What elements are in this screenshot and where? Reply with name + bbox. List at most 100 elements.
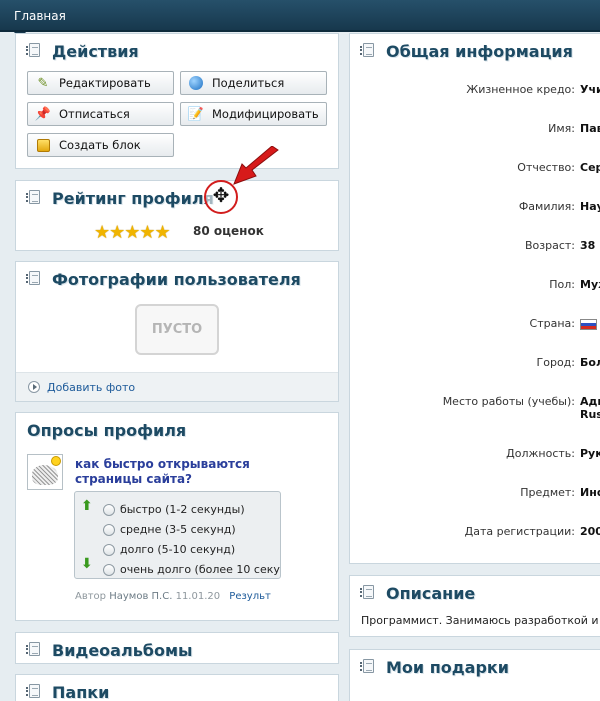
panel-header: Рейтинг профиля bbox=[16, 181, 338, 211]
share-button[interactable]: Поделиться bbox=[180, 71, 327, 95]
info-label: Имя: bbox=[548, 122, 575, 135]
info-value: 38 bbox=[580, 239, 596, 252]
info-value: Муж bbox=[580, 278, 600, 291]
notepad-icon bbox=[360, 585, 374, 599]
description-panel: Описание Программист. Занимаюсь разработ… bbox=[349, 575, 600, 637]
create-block-button[interactable]: Создать блок bbox=[27, 133, 174, 157]
info-value: Учи bbox=[580, 83, 600, 96]
notepad-icon bbox=[26, 271, 40, 285]
poll-option-label: быстро (1-2 секунды) bbox=[120, 503, 245, 516]
globe-icon bbox=[189, 76, 203, 90]
notepad-icon bbox=[360, 659, 374, 673]
info-label: Возраст: bbox=[524, 239, 575, 252]
pencil-icon: ✎ bbox=[37, 76, 49, 91]
radio-button[interactable] bbox=[103, 544, 115, 556]
poll-option[interactable]: быстро (1-2 секунды) bbox=[103, 503, 245, 516]
create-block-button-label: Создать блок bbox=[59, 138, 141, 152]
profile-polls-panel: Опросы профиля как быстро открываются ст… bbox=[15, 412, 339, 621]
panel-header: Мои подарки bbox=[350, 650, 600, 680]
panel-header: Общая информация bbox=[350, 34, 600, 64]
info-row-country: Страна: bbox=[350, 317, 600, 333]
poll-date: 11.01.20 bbox=[175, 591, 221, 602]
info-label: Страна: bbox=[529, 317, 575, 330]
info-row-city: Город: Бол bbox=[350, 356, 600, 372]
play-circle-icon bbox=[28, 381, 40, 393]
notepad-icon bbox=[26, 684, 40, 698]
info-row-workplace: Место работы (учебы): Адм Rus bbox=[350, 395, 600, 425]
info-value-line2: Rus bbox=[580, 408, 600, 421]
info-row-credo: Жизненное кредо: Учи bbox=[350, 83, 600, 99]
poll-option[interactable]: очень долго (более 10 секунд) bbox=[103, 563, 280, 576]
info-row-registration-date: Дата регистрации: 200 bbox=[350, 525, 600, 541]
poll-option-label: средне (3-5 секунд) bbox=[120, 523, 236, 536]
poll-option[interactable]: средне (3-5 секунд) bbox=[103, 523, 236, 536]
info-value: Бол bbox=[580, 356, 600, 369]
folders-panel: Папки bbox=[15, 674, 339, 701]
radio-button[interactable] bbox=[103, 524, 115, 536]
cube-icon bbox=[37, 139, 50, 152]
hedgehog-image bbox=[32, 465, 58, 485]
general-info-panel: Общая информация Жизненное кредо: Учи Им… bbox=[349, 33, 600, 564]
rating-panel: Рейтинг профиля ★★★★★ 80 оценок bbox=[15, 180, 339, 251]
info-row-patronymic: Отчество: Сер bbox=[350, 161, 600, 177]
actions-panel: Действия ✎ Редактировать Поделиться 📌 От… bbox=[15, 33, 339, 169]
panel-title: Рейтинг профиля bbox=[52, 189, 214, 208]
panel-title[interactable]: Папки bbox=[52, 683, 109, 701]
panel-title[interactable]: Видеоальбомы bbox=[52, 641, 193, 660]
info-label: Дата регистрации: bbox=[464, 525, 575, 538]
info-label: Фамилия: bbox=[518, 200, 575, 213]
russia-flag-icon bbox=[580, 319, 597, 330]
share-button-label: Поделиться bbox=[212, 76, 285, 90]
info-label: Жизненное кредо: bbox=[466, 83, 575, 96]
rating-count: 80 оценок bbox=[193, 224, 264, 238]
panel-title: Общая информация bbox=[386, 42, 573, 61]
panel-title: Действия bbox=[52, 42, 139, 61]
arrow-down-icon: ⬇ bbox=[81, 556, 93, 572]
unsubscribe-button-label: Отписаться bbox=[59, 107, 130, 121]
info-value: Адм bbox=[580, 395, 600, 408]
info-value: Рук bbox=[580, 447, 600, 460]
unsubscribe-button[interactable]: 📌 Отписаться bbox=[27, 102, 174, 126]
notepad-icon bbox=[26, 43, 40, 57]
user-photos-panel: Фотографии пользователя ПУСТО Добавить ф… bbox=[15, 261, 339, 402]
breadcrumb-home[interactable]: Главная bbox=[14, 9, 66, 23]
info-value: Инф bbox=[580, 486, 600, 499]
radio-button[interactable] bbox=[103, 504, 115, 516]
poll-question-link[interactable]: как быстро открываются страницы сайта? bbox=[75, 457, 275, 487]
poll-option-label: долго (5-10 секунд) bbox=[120, 543, 236, 556]
panel-title: Описание bbox=[386, 584, 476, 603]
modify-button-label: Модифицировать bbox=[212, 107, 319, 121]
modify-button[interactable]: 📝 Модифицировать bbox=[180, 102, 327, 126]
notepad-icon bbox=[26, 642, 40, 656]
radio-button[interactable] bbox=[103, 564, 115, 576]
poll-option-label: очень долго (более 10 секунд) bbox=[120, 563, 280, 576]
red-pointer-arrow bbox=[233, 146, 279, 185]
info-row-last-name: Фамилия: Нау bbox=[350, 200, 600, 216]
rating-stars[interactable]: ★★★★★ bbox=[94, 222, 171, 243]
poll-author[interactable]: Наумов П.С. bbox=[109, 591, 172, 602]
move-cursor-highlight: ✥ bbox=[204, 180, 238, 214]
panel-title: Опросы профиля bbox=[27, 421, 187, 440]
poll-author-avatar[interactable] bbox=[27, 454, 63, 490]
poll-option[interactable]: долго (5-10 секунд) bbox=[103, 543, 236, 556]
panel-header: Описание bbox=[350, 576, 600, 606]
add-photo-link[interactable]: Добавить фото bbox=[47, 381, 135, 394]
info-row-position: Должность: Рук bbox=[350, 447, 600, 463]
info-label: Город: bbox=[536, 356, 575, 369]
info-label: Пол: bbox=[549, 278, 575, 291]
byline-prefix: Автор bbox=[75, 591, 107, 602]
notepad-icon bbox=[26, 190, 40, 204]
info-row-subject: Предмет: Инф bbox=[350, 486, 600, 502]
gifts-panel: Мои подарки bbox=[349, 649, 600, 701]
panel-title: Мои подарки bbox=[386, 658, 509, 677]
pushpin-icon: 📌 bbox=[34, 107, 52, 122]
panel-header: Действия bbox=[16, 34, 338, 64]
info-value: Сер bbox=[580, 161, 600, 174]
poll-results-link[interactable]: Результ bbox=[229, 591, 271, 602]
smiley-icon bbox=[51, 456, 61, 466]
arrow-up-icon: ⬆ bbox=[81, 498, 93, 514]
panel-title: Фотографии пользователя bbox=[52, 270, 301, 289]
edit-button[interactable]: ✎ Редактировать bbox=[27, 71, 174, 95]
info-label: Отчество: bbox=[517, 161, 575, 174]
top-navigation-bar: Главная bbox=[0, 0, 600, 39]
